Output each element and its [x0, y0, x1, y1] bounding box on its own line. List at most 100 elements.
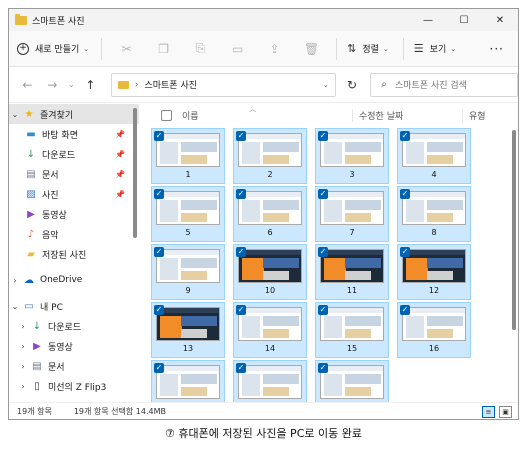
checkmark-icon[interactable]: ✓	[236, 363, 246, 373]
nav-this-pc[interactable]: ⌄ ▭ 내 PC	[9, 296, 139, 316]
file-tile[interactable]: ✓ 4	[397, 128, 471, 184]
file-list-area: ︿ 이름 수정한 날짜 유형 ✓ 1 ✓ 2 ✓ 3 ✓ 4 ✓ 5 ✓ 6 ✓ 7 ✓ 8 ✓ 9 ✓ 10 ✓ 11 ✓…	[139, 104, 518, 416]
nav-item[interactable]: ♪ 음악	[9, 224, 139, 244]
checkmark-icon[interactable]: ✓	[318, 305, 328, 315]
item-count: 19개 항목	[17, 407, 52, 416]
nav-item-label: 사진	[42, 190, 59, 201]
file-name: 16	[428, 344, 440, 353]
checkmark-icon[interactable]: ✓	[154, 247, 164, 257]
cloud-icon: ☁	[24, 274, 34, 286]
checkmark-icon[interactable]: ✓	[236, 131, 246, 141]
file-tile[interactable]: ✓ 6	[233, 186, 307, 242]
checkmark-icon[interactable]: ✓	[318, 131, 328, 141]
document-icon: ▤	[26, 168, 36, 180]
file-tile[interactable]: ✓ 7	[315, 186, 389, 242]
checkmark-icon[interactable]: ✓	[154, 363, 164, 373]
checkmark-icon[interactable]: ✓	[318, 247, 328, 257]
expand-chevron-icon[interactable]: ›	[9, 276, 21, 285]
share-icon[interactable]: ⇪	[256, 42, 293, 56]
nav-pc-item[interactable]: › ▤ 문서	[9, 356, 139, 376]
search-placeholder: 스마트폰 사진 검색	[394, 81, 467, 91]
column-type[interactable]: 유형	[462, 108, 486, 122]
view-button[interactable]: ☰ 보기 ⌄	[402, 37, 466, 60]
content-scrollbar[interactable]	[512, 130, 516, 330]
checkmark-icon[interactable]: ✓	[154, 131, 164, 141]
file-tile[interactable]: ✓ 5	[151, 186, 225, 242]
nav-item[interactable]: ▬ 바탕 화면 📌	[9, 124, 139, 144]
file-tile[interactable]: ✓ 11	[315, 244, 389, 300]
expand-chevron-icon[interactable]: ›	[17, 342, 29, 351]
nav-item[interactable]: ▨ 사진 📌	[9, 184, 139, 204]
checkmark-icon[interactable]: ✓	[400, 131, 410, 141]
file-tile[interactable]: ✓ 8	[397, 186, 471, 242]
file-tile[interactable]: ✓ 10	[233, 244, 307, 300]
paste-icon[interactable]: ⎘	[182, 41, 219, 56]
new-button[interactable]: + 새로 만들기 ⌄	[17, 37, 103, 60]
file-tile[interactable]: ✓ 16	[397, 302, 471, 358]
expand-chevron-icon[interactable]: ›	[17, 322, 29, 331]
file-name: 5	[185, 228, 191, 237]
image-thumbnail	[402, 191, 466, 225]
forward-arrow-icon[interactable]: →	[40, 78, 65, 92]
file-tile[interactable]: ✓ 9	[151, 244, 225, 300]
column-header: ︿ 이름 수정한 날짜 유형	[139, 104, 518, 126]
up-arrow-icon[interactable]: ↑	[78, 78, 103, 92]
close-button[interactable]: ✕	[482, 9, 518, 31]
sort-button[interactable]: ⇅ 정렬 ⌄	[337, 38, 399, 60]
expand-chevron-icon[interactable]: ⌄	[9, 302, 21, 311]
copy-icon[interactable]: ❐	[145, 42, 182, 56]
address-bar[interactable]: › 스마트폰 사진 ⌄	[110, 72, 336, 97]
minimize-button[interactable]: —	[410, 9, 446, 31]
details-view-icon[interactable]: ≡	[482, 405, 495, 418]
file-tile[interactable]: ✓ 13	[151, 302, 225, 358]
more-options-button[interactable]: ···	[490, 42, 504, 56]
expand-chevron-icon[interactable]: ›	[17, 382, 29, 391]
nav-item[interactable]: ▤ 문서 📌	[9, 164, 139, 184]
nav-pc-item[interactable]: › ▯ 미선의 Z Flip3	[9, 376, 139, 396]
nav-item[interactable]: ↓ 다운로드 📌	[9, 144, 139, 164]
file-tile[interactable]: ✓ 12	[397, 244, 471, 300]
checkmark-icon[interactable]: ✓	[236, 189, 246, 199]
file-tile[interactable]: ✓ 2	[233, 128, 307, 184]
checkmark-icon[interactable]: ✓	[236, 247, 246, 257]
checkmark-icon[interactable]: ✓	[154, 305, 164, 315]
nav-item-label: 동영상	[42, 210, 67, 221]
nav-onedrive[interactable]: › ☁ OneDrive	[9, 270, 139, 290]
column-name[interactable]: 이름	[182, 109, 352, 122]
search-input[interactable]: ⌕ 스마트폰 사진 검색	[370, 72, 518, 97]
cut-icon[interactable]: ✂	[108, 42, 145, 56]
breadcrumb-current[interactable]: 스마트폰 사진	[144, 78, 197, 91]
checkmark-icon[interactable]: ✓	[400, 305, 410, 315]
nav-pc-item[interactable]: › ▶ 동영상	[9, 336, 139, 356]
file-tile[interactable]: ✓ 3	[315, 128, 389, 184]
checkmark-icon[interactable]: ✓	[400, 189, 410, 199]
nav-item[interactable]: ▶ 동영상	[9, 204, 139, 224]
refresh-icon[interactable]: ↻	[338, 78, 367, 92]
nav-item[interactable]: ▰ 저장된 사진	[9, 244, 139, 264]
maximize-button[interactable]: ☐	[446, 9, 482, 31]
file-tile[interactable]: ✓ 1	[151, 128, 225, 184]
column-modified[interactable]: 수정한 날짜	[352, 108, 462, 122]
chevron-down-icon[interactable]: ⌄	[323, 81, 329, 89]
recent-chevron-icon[interactable]: ⌄	[65, 80, 78, 89]
pictures-icon: ▨	[26, 188, 36, 200]
nav-quick-access[interactable]: ⌄ ★ 즐겨찾기	[9, 104, 139, 124]
checkmark-icon[interactable]: ✓	[236, 305, 246, 315]
expand-chevron-icon[interactable]: ›	[17, 362, 29, 371]
file-tile[interactable]: ✓ 14	[233, 302, 307, 358]
expand-chevron-icon[interactable]: ⌄	[9, 110, 21, 119]
image-thumbnail	[402, 133, 466, 167]
checkmark-icon[interactable]: ✓	[154, 189, 164, 199]
nav-pc-item[interactable]: › ↓ 다운로드	[9, 316, 139, 336]
nav-scrollbar[interactable]	[133, 108, 137, 238]
rename-icon[interactable]: ▭	[219, 42, 256, 56]
checkmark-icon[interactable]: ✓	[400, 247, 410, 257]
checkmark-icon[interactable]: ✓	[318, 189, 328, 199]
thumbnail-view-icon[interactable]: ▣	[499, 405, 512, 418]
delete-icon[interactable]: 🗑	[293, 42, 330, 56]
image-thumbnail	[320, 133, 384, 167]
checkmark-icon[interactable]: ✓	[318, 363, 328, 373]
file-tile[interactable]: ✓ 15	[315, 302, 389, 358]
back-arrow-icon[interactable]: ←	[15, 78, 40, 92]
select-all-checkbox[interactable]	[161, 109, 172, 121]
